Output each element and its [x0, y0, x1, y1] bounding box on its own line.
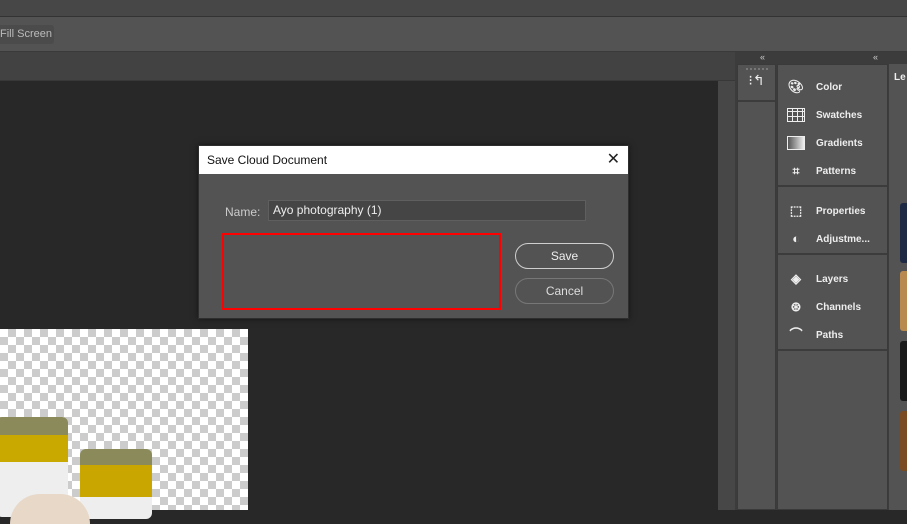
- learn-panel: Le: [889, 64, 907, 510]
- options-bar: [0, 17, 907, 52]
- document-tab-bar: [0, 52, 735, 81]
- history-icon[interactable]: ⁝↰: [738, 72, 775, 102]
- panel-paths[interactable]: ⌒ Paths: [778, 321, 887, 349]
- gradient-icon: [787, 136, 805, 150]
- learn-thumbnail[interactable]: [900, 203, 907, 263]
- panel-color[interactable]: 🎨︎ Color: [778, 73, 887, 101]
- dialog-title: Save Cloud Document: [207, 153, 328, 167]
- channels-icon: ⊛: [790, 299, 802, 314]
- panel-swatches[interactable]: Swatches: [778, 101, 887, 129]
- panel-label: Swatches: [816, 109, 863, 121]
- panel-patterns[interactable]: ⌗ Patterns: [778, 157, 887, 185]
- highlight-box: [222, 233, 501, 310]
- properties-icon: ⬚: [789, 203, 803, 218]
- jar-lid-image: [10, 494, 90, 524]
- name-label: Name:: [225, 205, 261, 219]
- panel-group: ◈ Layers ⊛ Channels ⌒ Paths: [778, 255, 887, 351]
- cancel-button[interactable]: Cancel: [515, 278, 614, 304]
- vertical-scrollbar[interactable]: [718, 81, 735, 510]
- palette-icon: 🎨︎: [787, 79, 805, 94]
- panel-gradients[interactable]: Gradients: [778, 129, 887, 157]
- collapse-icon[interactable]: «: [873, 52, 878, 62]
- panel-label: Properties: [816, 205, 866, 217]
- panel-label: Patterns: [816, 165, 857, 177]
- panel-properties[interactable]: ⬚ Properties: [778, 197, 887, 225]
- grid-icon: [787, 108, 805, 122]
- collapse-icon[interactable]: «: [760, 52, 765, 62]
- adjustments-icon: ◐: [792, 231, 800, 246]
- learn-thumbnail[interactable]: [900, 271, 907, 331]
- layers-icon: ◈: [791, 271, 801, 286]
- panel-group: ⬚ Properties ◐ Adjustme...: [778, 187, 887, 255]
- panel-label: Channels: [816, 301, 862, 313]
- panel-group: 🎨︎ Color Swatches Gradients ⌗ Patterns: [778, 65, 887, 187]
- panel-label: Layers: [816, 273, 849, 285]
- panel-label: Gradients: [816, 137, 863, 149]
- history-panel-column: ⁝↰: [737, 64, 776, 510]
- panel-label: Color: [816, 81, 843, 93]
- panel-adjustments[interactable]: ◐ Adjustme...: [778, 225, 887, 253]
- name-input[interactable]: Ayo photography (1): [268, 200, 586, 221]
- paths-icon: ⌒: [789, 327, 803, 342]
- close-icon[interactable]: ✕: [607, 146, 620, 174]
- panel-label: Adjustme...: [816, 233, 870, 245]
- pattern-icon: ⌗: [792, 164, 800, 178]
- save-cloud-document-dialog: Save Cloud Document ✕ Name: Ayo photogra…: [198, 145, 629, 319]
- panel-layers[interactable]: ◈ Layers: [778, 265, 887, 293]
- learn-thumbnail[interactable]: [900, 341, 907, 401]
- fill-screen-button[interactable]: Fill Screen: [0, 25, 54, 44]
- panel-channels[interactable]: ⊛ Channels: [778, 293, 887, 321]
- learn-panel-title: Le: [894, 72, 906, 83]
- save-button[interactable]: Save: [515, 243, 614, 269]
- panel-column: 🎨︎ Color Swatches Gradients ⌗ Patterns ⬚ Pr…: [777, 64, 888, 510]
- menu-bar: [0, 0, 907, 17]
- learn-thumbnail[interactable]: [900, 411, 907, 471]
- jar-image: [80, 449, 152, 519]
- dialog-title-bar: Save Cloud Document ✕: [199, 146, 628, 174]
- document-image: [0, 329, 248, 524]
- panel-label: Paths: [816, 329, 844, 341]
